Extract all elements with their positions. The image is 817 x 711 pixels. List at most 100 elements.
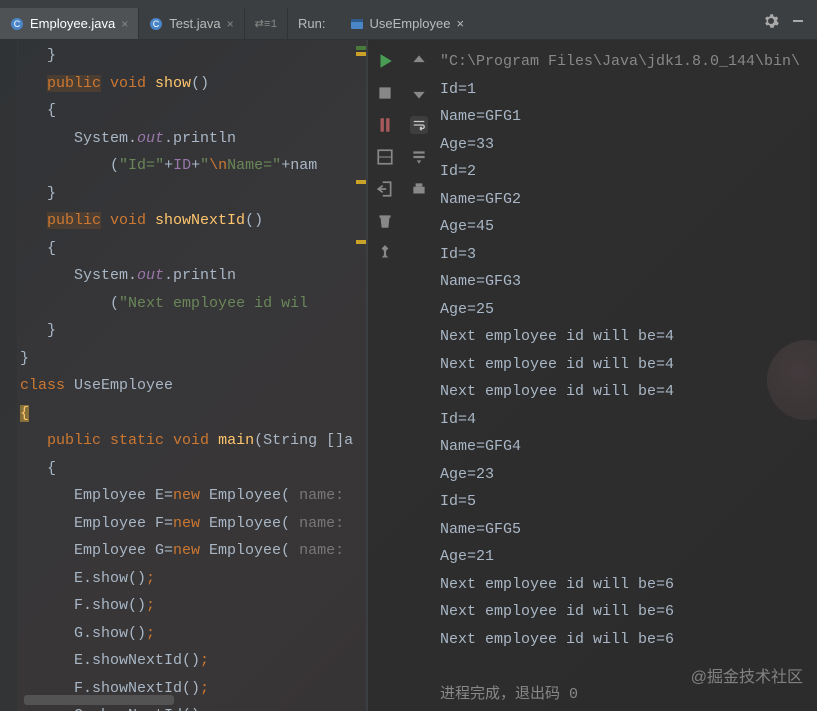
close-icon[interactable]: × [121,17,128,31]
keyword-public: public [47,432,110,449]
structure-nav-toggle[interactable]: ⇄≡1 [245,8,287,39]
string: " [155,157,164,174]
tab-label: Employee.java [30,16,115,31]
console-line: Name=GFG5 [440,516,813,544]
code: Employee( [200,542,290,559]
keyword-public: public [47,75,101,92]
keyword-class: class [20,377,65,394]
string: " [119,157,128,174]
code: + [191,157,200,174]
string: Id= [128,157,155,174]
horizontal-scrollbar[interactable] [24,695,174,705]
window-top-bar [0,0,817,8]
semicolon: ; [146,625,155,642]
soft-wrap-icon[interactable] [410,116,428,134]
code: G.show() [20,625,146,642]
console-line: Id=5 [440,488,813,516]
console-line: Age=25 [440,296,813,324]
code-editor[interactable]: } public void show() { System.out.printl… [18,40,366,711]
code: Employee G= [20,542,173,559]
up-icon[interactable] [410,52,428,70]
scroll-to-end-icon[interactable] [410,148,428,166]
brace-highlight: { [20,405,29,422]
run-panel-label: Run: [287,8,339,39]
thread-dump-icon[interactable] [376,116,394,134]
trash-icon[interactable] [376,212,394,230]
run-icon[interactable] [376,52,394,70]
semicolon: ; [200,652,209,669]
stop-icon[interactable] [376,84,394,102]
code: { [20,460,56,477]
stripe-mark[interactable] [356,46,366,50]
run-tool-window: "C:\Program Files\Java\jdk1.8.0_144\bin\… [368,40,817,711]
application-icon [350,17,364,31]
gear-icon[interactable] [763,13,779,34]
code: E.show() [20,570,146,587]
minimize-icon[interactable] [791,14,805,33]
code: } [20,185,56,202]
print-icon[interactable] [410,180,428,198]
code: { [20,102,56,119]
semicolon: ; [146,597,155,614]
tabs-row: C Employee.java × C Test.java × ⇄≡1 Run:… [0,8,817,40]
stripe-mark[interactable] [356,240,366,244]
console-line: Id=2 [440,158,813,186]
console-line: Next employee id will be=6 [440,626,813,654]
main-area: } public void show() { System.out.printl… [0,40,817,711]
editor-gutter[interactable] [0,40,18,711]
string: Next employee id wil [128,295,308,312]
console-line: Id=3 [440,241,813,269]
tab-test-java[interactable]: C Test.java × [139,8,244,39]
stripe-mark[interactable] [356,180,366,184]
console-line: Name=GFG2 [440,186,813,214]
code: Employee( [200,487,290,504]
keyword-void: void [101,212,155,229]
code: .println [164,267,236,284]
pin-icon[interactable] [376,244,394,262]
console-line: Name=GFG1 [440,103,813,131]
field: out [137,130,164,147]
close-icon[interactable]: × [227,17,234,31]
run-toolbar-secondary [402,40,436,711]
console-line: Next employee id will be=4 [440,351,813,379]
code: F.show() [20,597,146,614]
method-name: show [155,75,191,92]
layout-icon[interactable] [376,148,394,166]
code: Employee E= [20,487,173,504]
console-line: Next employee id will be=4 [440,323,813,351]
code: } [20,47,56,64]
string: Name= [227,157,272,174]
code: ( [20,295,119,312]
code: } [20,350,29,367]
nav-hint-label: ⇄≡1 [255,17,277,31]
code: ( [20,157,119,174]
exit-icon[interactable] [376,180,394,198]
console-line: Id=1 [440,76,813,104]
code: Employee( [200,515,290,532]
code: +nam [281,157,317,174]
code: E.showNextId() [20,652,200,669]
run-config-tab[interactable]: UseEmployee × [340,8,475,39]
console-output[interactable]: "C:\Program Files\Java\jdk1.8.0_144\bin\… [436,40,817,711]
tab-employee-java[interactable]: C Employee.java × [0,8,139,39]
keyword-new: new [173,515,200,532]
console-line: Age=33 [440,131,813,159]
svg-text:C: C [153,19,160,29]
field: ID [173,157,191,174]
method-name: showNextId [155,212,245,229]
keyword-new: new [173,542,200,559]
console-line: Age=45 [440,213,813,241]
code: G.showNextId() [20,707,200,711]
stripe-mark[interactable] [356,52,366,56]
console-body: Id=1Name=GFG1Age=33Id=2Name=GFG2Age=45Id… [440,76,813,654]
param-hint: name: [290,487,344,504]
down-icon[interactable] [410,84,428,102]
semicolon: ; [146,570,155,587]
run-toolbar-primary [368,40,402,711]
editor-error-stripe[interactable] [354,40,366,711]
close-icon[interactable]: × [456,16,464,31]
watermark: @掘金技术社区 [691,663,803,687]
field: out [137,267,164,284]
code: (String []a [254,432,353,449]
code: () [191,75,209,92]
